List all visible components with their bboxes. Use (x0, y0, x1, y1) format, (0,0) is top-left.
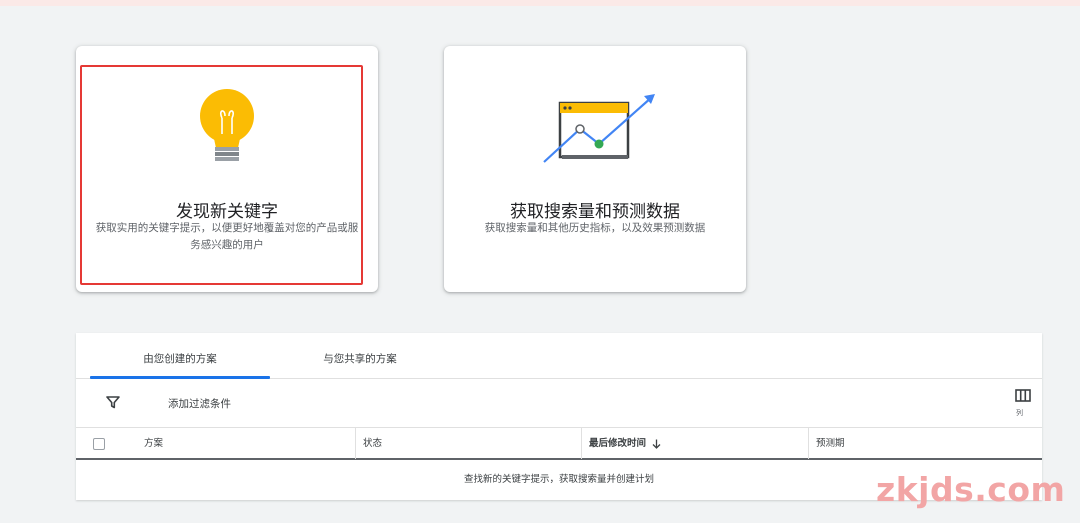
column-header-plan[interactable]: 方案 (144, 428, 163, 459)
column-header-status[interactable]: 状态 (363, 428, 382, 459)
arrow-down-icon (652, 439, 661, 449)
columns-button-label[interactable]: 列 (1016, 408, 1023, 418)
column-header-forecast-period[interactable]: 预测期 (816, 428, 845, 459)
columns-icon[interactable] (1015, 389, 1031, 402)
filter-row: 添加过滤条件 列 (76, 379, 1042, 427)
select-all-checkbox[interactable] (93, 438, 105, 450)
card-description: 获取搜索量和其他历史指标，以及效果预测数据 (484, 222, 706, 234)
column-header-last-modified-label: 最后修改时间 (589, 438, 647, 449)
tab-created-by-you[interactable]: 由您创建的方案 (90, 333, 270, 379)
column-divider (581, 428, 582, 459)
column-divider (355, 428, 356, 459)
search-volume-forecast-card[interactable]: 获取搜索量和预测数据 获取搜索量和其他历史指标，以及效果预测数据 (444, 46, 746, 292)
column-divider (808, 428, 809, 459)
filter-icon[interactable] (106, 395, 120, 409)
discover-keywords-card[interactable]: 发现新关键字 获取实用的关键字提示，以便更好地覆盖对您的产品或服务感兴趣的用户 (76, 46, 378, 292)
table-header: 方案 状态 最后修改时间 预测期 (76, 427, 1042, 460)
column-header-last-modified[interactable]: 最后修改时间 (589, 428, 661, 459)
tab-shared-with-you[interactable]: 与您共享的方案 (270, 333, 450, 379)
card-title: 获取搜索量和预测数据 (510, 202, 680, 222)
card-title: 发现新关键字 (176, 202, 278, 222)
add-filter-button[interactable]: 添加过滤条件 (168, 396, 231, 411)
watermark: zkjds.com (876, 470, 1066, 509)
lightbulb-icon (200, 89, 254, 161)
top-notice-strip (0, 0, 1080, 6)
card-description: 获取实用的关键字提示，以便更好地覆盖对您的产品或服务感兴趣的用户 (95, 222, 359, 251)
trend-chart-icon (543, 94, 655, 163)
plans-tabs: 由您创建的方案 与您共享的方案 (76, 333, 1042, 379)
